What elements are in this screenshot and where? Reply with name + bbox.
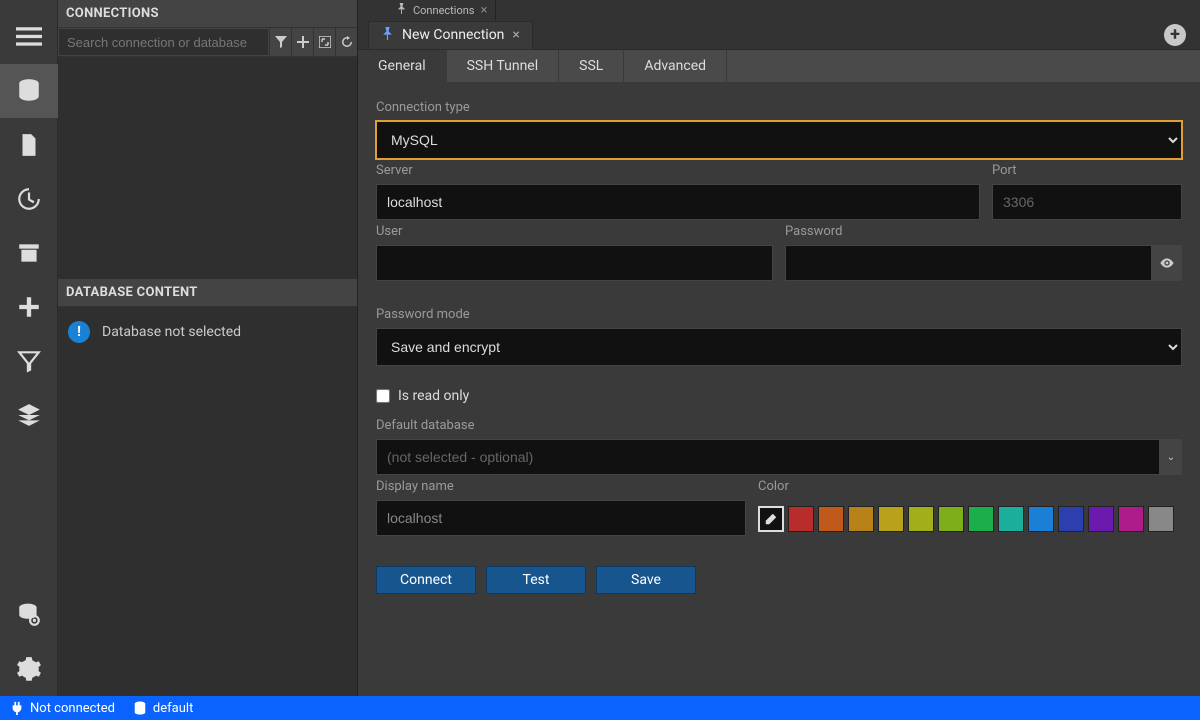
top-tab-connections[interactable]: Connections × [388,0,496,20]
nav-history[interactable] [0,172,58,226]
color-swatch[interactable] [1058,506,1084,532]
port-label: Port [992,163,1182,178]
connection-type-select[interactable]: MySQL [376,121,1182,159]
color-swatch[interactable] [818,506,844,532]
tab-ssl[interactable]: SSL [559,50,624,82]
tab-advanced[interactable]: Advanced [624,50,727,82]
status-connection[interactable]: Not connected [10,701,115,716]
status-connection-text: Not connected [30,701,115,716]
nav-layers[interactable] [0,388,58,442]
port-input[interactable] [992,184,1182,220]
connections-list-empty [58,57,357,279]
display-name-label: Display name [376,479,746,494]
read-only-label: Is read only [398,388,469,404]
filter-icon[interactable] [269,28,291,56]
nav-filter[interactable] [0,334,58,388]
display-name-input[interactable] [376,500,746,536]
pin-icon [396,3,407,17]
color-swatch[interactable] [938,506,964,532]
color-swatch[interactable] [878,506,904,532]
color-swatch[interactable] [848,506,874,532]
database-icon [133,701,147,715]
nav-connections[interactable] [0,64,58,118]
nav-archive[interactable] [0,226,58,280]
color-swatch-none[interactable] [758,506,784,532]
top-tab-label: Connections [413,4,474,17]
password-label: Password [785,224,1182,239]
plug-icon [10,701,24,715]
color-swatch[interactable] [1088,506,1114,532]
tab-general[interactable]: General [358,50,447,82]
db-notice-text: Database not selected [102,324,241,340]
color-picker [758,506,1182,532]
read-only-row[interactable]: Is read only [376,388,1182,404]
color-label: Color [758,479,1182,494]
user-label: User [376,224,773,239]
doc-title-text: New Connection [402,27,504,43]
password-mode-label: Password mode [376,307,1182,322]
test-button[interactable]: Test [486,566,586,594]
connect-button[interactable]: Connect [376,566,476,594]
default-db-input[interactable] [376,439,1160,475]
default-db-dropdown-button[interactable]: ⌄ [1160,439,1182,475]
nav-plugins[interactable] [0,280,58,334]
server-input[interactable] [376,184,980,220]
hamburger-menu[interactable] [0,10,58,64]
nav-settings[interactable] [0,642,58,696]
read-only-checkbox[interactable] [376,389,390,403]
server-label: Server [376,163,980,178]
password-input[interactable] [785,245,1152,281]
default-db-label: Default database [376,418,1182,433]
color-swatch[interactable] [998,506,1024,532]
save-button[interactable]: Save [596,566,696,594]
doc-title-tab[interactable]: New Connection × [368,21,533,49]
close-icon[interactable]: × [480,3,487,18]
status-database-text: default [153,701,193,716]
color-swatch[interactable] [908,506,934,532]
refresh-icon[interactable] [335,28,357,56]
color-swatch[interactable] [1148,506,1174,532]
info-icon: ! [68,321,90,343]
eye-icon [1159,255,1175,271]
connection-type-label: Connection type [376,100,1182,115]
color-swatch[interactable] [1028,506,1054,532]
eraser-icon [764,512,778,526]
color-swatch[interactable] [788,506,814,532]
connections-header: CONNECTIONS [58,0,357,28]
add-icon[interactable] [291,28,313,56]
nav-db-view[interactable] [0,588,58,642]
expand-icon[interactable] [313,28,335,56]
db-content-header: DATABASE CONTENT [58,279,357,307]
toggle-password-visibility[interactable] [1152,245,1182,281]
status-database[interactable]: default [133,701,193,716]
new-tab-button[interactable]: + [1164,24,1186,46]
tab-ssh-tunnel[interactable]: SSH Tunnel [447,50,560,82]
color-swatch[interactable] [968,506,994,532]
password-mode-select[interactable]: Save and encrypt [376,328,1182,366]
search-input[interactable] [58,28,269,56]
close-icon[interactable]: × [512,27,519,43]
color-swatch[interactable] [1118,506,1144,532]
pin-icon [381,27,394,44]
nav-files[interactable] [0,118,58,172]
user-input[interactable] [376,245,773,281]
